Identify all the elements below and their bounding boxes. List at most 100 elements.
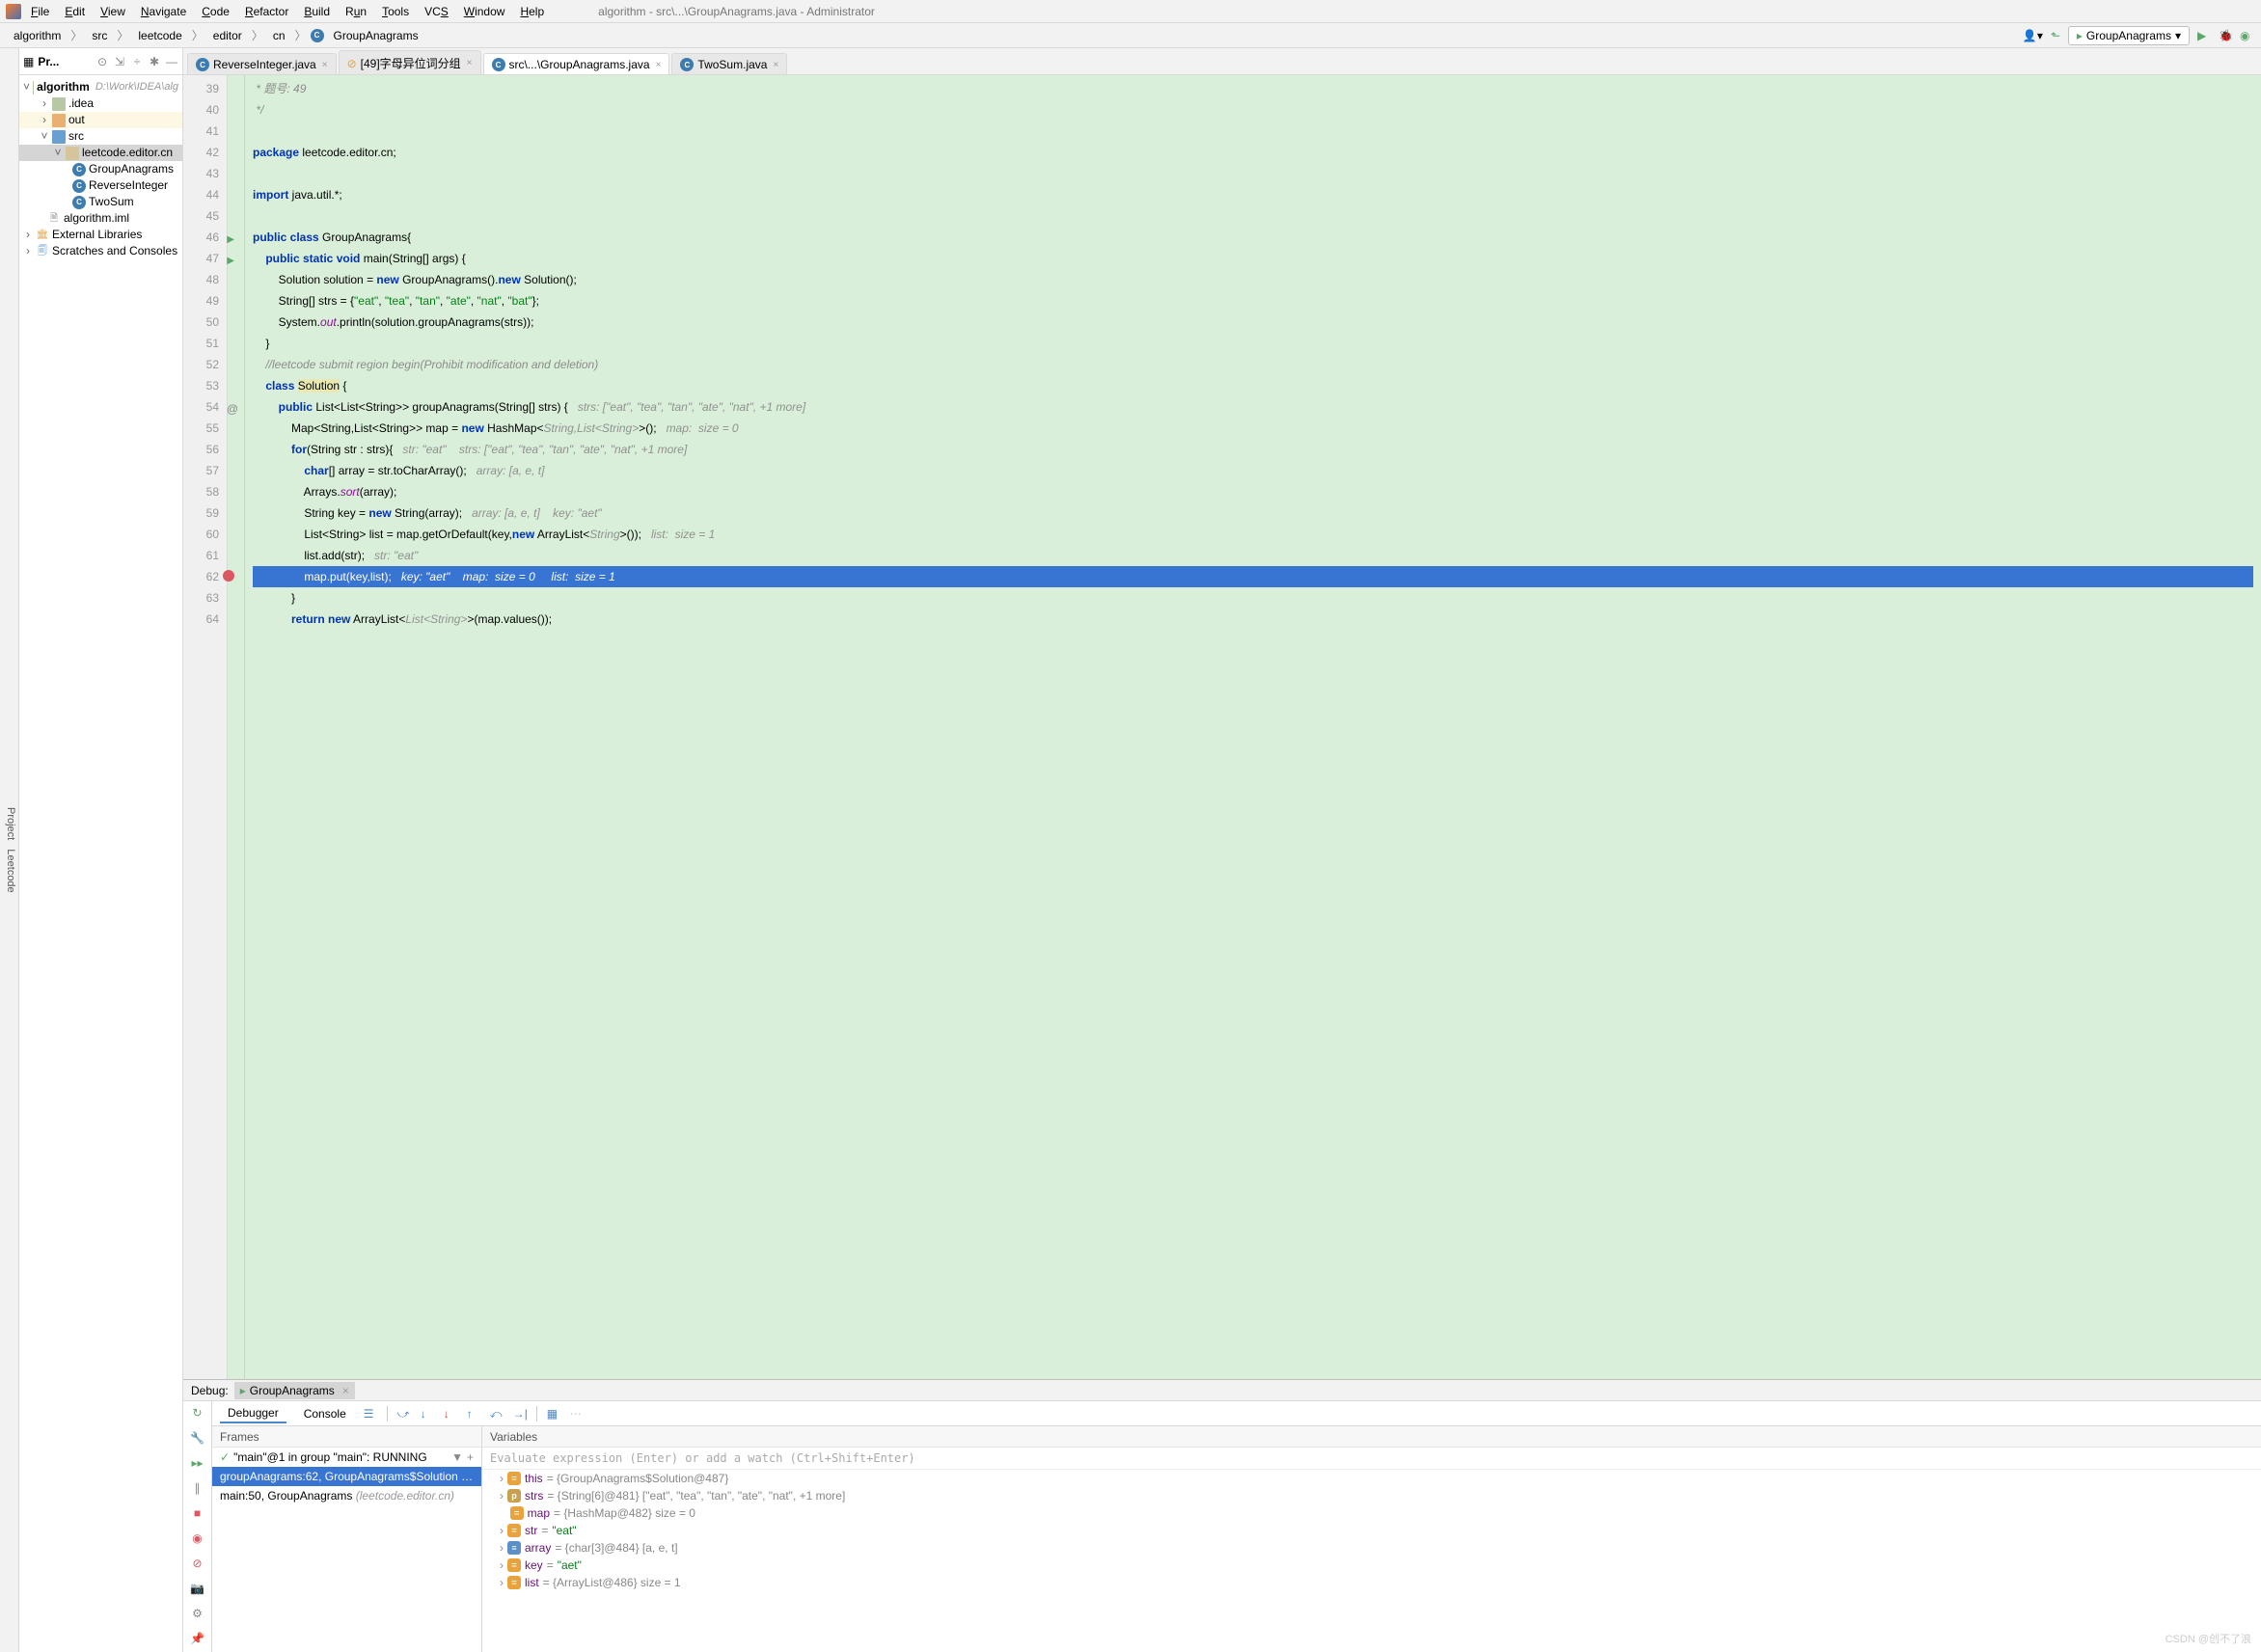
tree-item-extlib[interactable]: ›🏛External Libraries xyxy=(19,227,182,243)
editor-tab[interactable]: CTwoSum.java× xyxy=(671,53,787,74)
variable-row[interactable]: › = key = "aet" xyxy=(482,1557,2261,1574)
breadcrumb[interactable]: GroupAnagrams xyxy=(328,27,424,44)
pause-icon[interactable]: ∥ xyxy=(190,1480,205,1496)
settings-icon[interactable]: ⚙ xyxy=(190,1606,205,1621)
modify-icon[interactable]: 🔧 xyxy=(190,1430,205,1446)
editor-tab[interactable]: CReverseInteger.java× xyxy=(187,53,337,74)
step-into-icon[interactable]: ↓ xyxy=(421,1407,434,1421)
variable-row[interactable]: › ≡ array = {char[3]@484} [a, e, t] xyxy=(482,1539,2261,1557)
tree-item-class[interactable]: CTwoSum xyxy=(19,194,182,210)
run-config-combo[interactable]: ▸ GroupAnagrams ▾ xyxy=(2068,26,2190,45)
menu-vcs[interactable]: VCS xyxy=(419,3,454,20)
step-out-icon[interactable]: ↑ xyxy=(467,1407,480,1421)
tree-root[interactable]: ˅algorithmD:\Work\IDEA\alg xyxy=(19,79,182,95)
stop-icon[interactable]: ■ xyxy=(190,1505,205,1521)
editor-tabs: CReverseInteger.java× ⊘[49]字母异位词分组× Csrc… xyxy=(183,48,2261,75)
debugger-tab[interactable]: Debugger xyxy=(220,1404,286,1423)
evaluate-icon[interactable]: ▦ xyxy=(547,1407,560,1421)
camera-icon[interactable]: 📷 xyxy=(190,1581,205,1596)
watermark: CSDN @创不了浪 xyxy=(2166,1631,2251,1646)
code-editor[interactable]: 3940414243444546▶47▶48495051525354@55565… xyxy=(183,75,2261,1379)
frame-row[interactable]: groupAnagrams:62, GroupAnagrams$Solution… xyxy=(212,1467,481,1486)
hide-icon[interactable]: — xyxy=(165,55,178,68)
breadcrumb[interactable]: algorithm xyxy=(8,27,67,44)
force-step-icon[interactable]: ↓ xyxy=(444,1407,457,1421)
tree-item-class[interactable]: CReverseInteger xyxy=(19,177,182,194)
variable-row[interactable]: › = str = "eat" xyxy=(482,1522,2261,1539)
menu-tools[interactable]: Tools xyxy=(376,3,415,20)
editor-tab[interactable]: ⊘[49]字母异位词分组× xyxy=(339,50,481,74)
editor-tab[interactable]: Csrc\...\GroupAnagrams.java× xyxy=(483,53,670,74)
collapse-all-icon[interactable]: ÷ xyxy=(130,55,144,68)
settings-icon[interactable]: ✱ xyxy=(148,55,161,68)
code-content[interactable]: * 题号: 49 */package leetcode.editor.cn;im… xyxy=(245,75,2261,1379)
tree-item[interactable]: ˅src xyxy=(19,128,182,145)
close-icon[interactable]: × xyxy=(656,60,662,70)
variables-list: › = this = {GroupAnagrams$Solution@487}›… xyxy=(482,1470,2261,1591)
nav-bar: algorithm〉 src〉 leetcode〉 editor〉 cn〉 C … xyxy=(0,23,2261,48)
menu-window[interactable]: Window xyxy=(458,3,511,20)
coverage-icon[interactable]: ◉ xyxy=(2240,29,2253,42)
menu-navigate[interactable]: Navigate xyxy=(135,3,192,20)
pin-icon[interactable]: 📌 xyxy=(190,1631,205,1646)
tree-item-scratches[interactable]: ›🗐Scratches and Consoles xyxy=(19,243,182,259)
variable-row[interactable]: › = this = {GroupAnagrams$Solution@487} xyxy=(482,1470,2261,1487)
debug-panel: Debug: ▸GroupAnagrams× ↻ 🔧 ▸▸ ∥ ■ ◉ ⊘ 📷 … xyxy=(183,1379,2261,1652)
line-gutter[interactable]: 3940414243444546▶47▶48495051525354@55565… xyxy=(183,75,228,1379)
add-icon[interactable]: + xyxy=(467,1450,474,1464)
run-icon[interactable]: ▶ xyxy=(2197,29,2211,42)
trace-icon[interactable]: ⋯ xyxy=(570,1407,584,1421)
breadcrumb[interactable]: src xyxy=(86,27,113,44)
window-title: algorithm - src\...\GroupAnagrams.java -… xyxy=(592,3,881,20)
app-logo-icon xyxy=(6,4,21,19)
variable-row[interactable]: › p strs = {String[6]@481} ["eat", "tea"… xyxy=(482,1487,2261,1504)
menu-build[interactable]: Build xyxy=(298,3,336,20)
run-to-cursor-icon[interactable]: →| xyxy=(513,1407,527,1421)
tree-item[interactable]: ›.idea xyxy=(19,95,182,112)
breadcrumb[interactable]: editor xyxy=(207,27,248,44)
mute-bp-icon[interactable]: ⊘ xyxy=(190,1556,205,1571)
folder-icon: ▦ xyxy=(23,55,34,68)
debug-icon[interactable]: 🐞 xyxy=(2219,29,2232,42)
tree-item-iml[interactable]: 🗎algorithm.iml xyxy=(19,210,182,227)
evaluate-input[interactable]: Evaluate expression (Enter) or add a wat… xyxy=(482,1448,2261,1470)
frames-header: Frames xyxy=(220,1430,259,1444)
drop-frame-icon[interactable]: ⤺ xyxy=(490,1407,504,1421)
variable-row[interactable]: › = list = {ArrayList@486} size = 1 xyxy=(482,1574,2261,1591)
menu-help[interactable]: Help xyxy=(514,3,550,20)
menu-refactor[interactable]: Refactor xyxy=(239,3,294,20)
menu-code[interactable]: Code xyxy=(196,3,235,20)
variable-row[interactable]: = map = {HashMap@482} size = 0 xyxy=(482,1504,2261,1522)
tree-item-package[interactable]: ˅leetcode.editor.cn xyxy=(19,145,182,161)
select-opened-icon[interactable]: ⊙ xyxy=(95,55,109,68)
breakpoints-icon[interactable]: ◉ xyxy=(190,1530,205,1546)
rerun-icon[interactable]: ↻ xyxy=(190,1405,205,1421)
user-icon[interactable]: 👤▾ xyxy=(2023,29,2043,42)
close-icon[interactable]: × xyxy=(322,60,328,70)
filter-icon[interactable]: ▼ xyxy=(451,1450,463,1464)
project-panel-title: Pr... xyxy=(38,55,59,68)
frame-row[interactable]: main:50, GroupAnagrams (leetcode.editor.… xyxy=(212,1486,481,1505)
close-icon[interactable]: × xyxy=(773,60,778,70)
breadcrumb[interactable]: leetcode xyxy=(132,27,187,44)
build-icon[interactable]: ⬑ xyxy=(2051,29,2060,42)
project-tree: ˅algorithmD:\Work\IDEA\alg ›.idea ›out ˅… xyxy=(19,75,182,263)
debug-session-tab[interactable]: ▸GroupAnagrams× xyxy=(234,1382,355,1399)
resume-icon[interactable]: ▸▸ xyxy=(190,1455,205,1471)
close-icon[interactable]: × xyxy=(467,58,473,68)
menu-file[interactable]: File xyxy=(25,3,55,20)
thread-row[interactable]: ✓ "main"@1 in group "main": RUNNING ▼ + xyxy=(212,1448,481,1467)
tree-item[interactable]: ›out xyxy=(19,112,182,128)
run-config-label: GroupAnagrams xyxy=(2086,29,2171,42)
project-tool-tab[interactable]: Project Leetcode xyxy=(0,48,19,1652)
breadcrumb[interactable]: cn xyxy=(267,27,291,44)
menu-view[interactable]: View xyxy=(95,3,131,20)
step-over-icon[interactable]: ⤻ xyxy=(397,1407,411,1421)
expand-all-icon[interactable]: ⇲ xyxy=(113,55,126,68)
menu-run[interactable]: Run xyxy=(340,3,372,20)
menu-edit[interactable]: Edit xyxy=(59,3,91,20)
threads-icon[interactable]: ☰ xyxy=(364,1407,377,1421)
console-tab[interactable]: Console xyxy=(296,1405,354,1422)
project-panel: ▦ Pr... ⊙ ⇲ ÷ ✱ — ˅algorithmD:\Work\IDEA… xyxy=(19,48,183,1652)
tree-item-class[interactable]: CGroupAnagrams xyxy=(19,161,182,177)
